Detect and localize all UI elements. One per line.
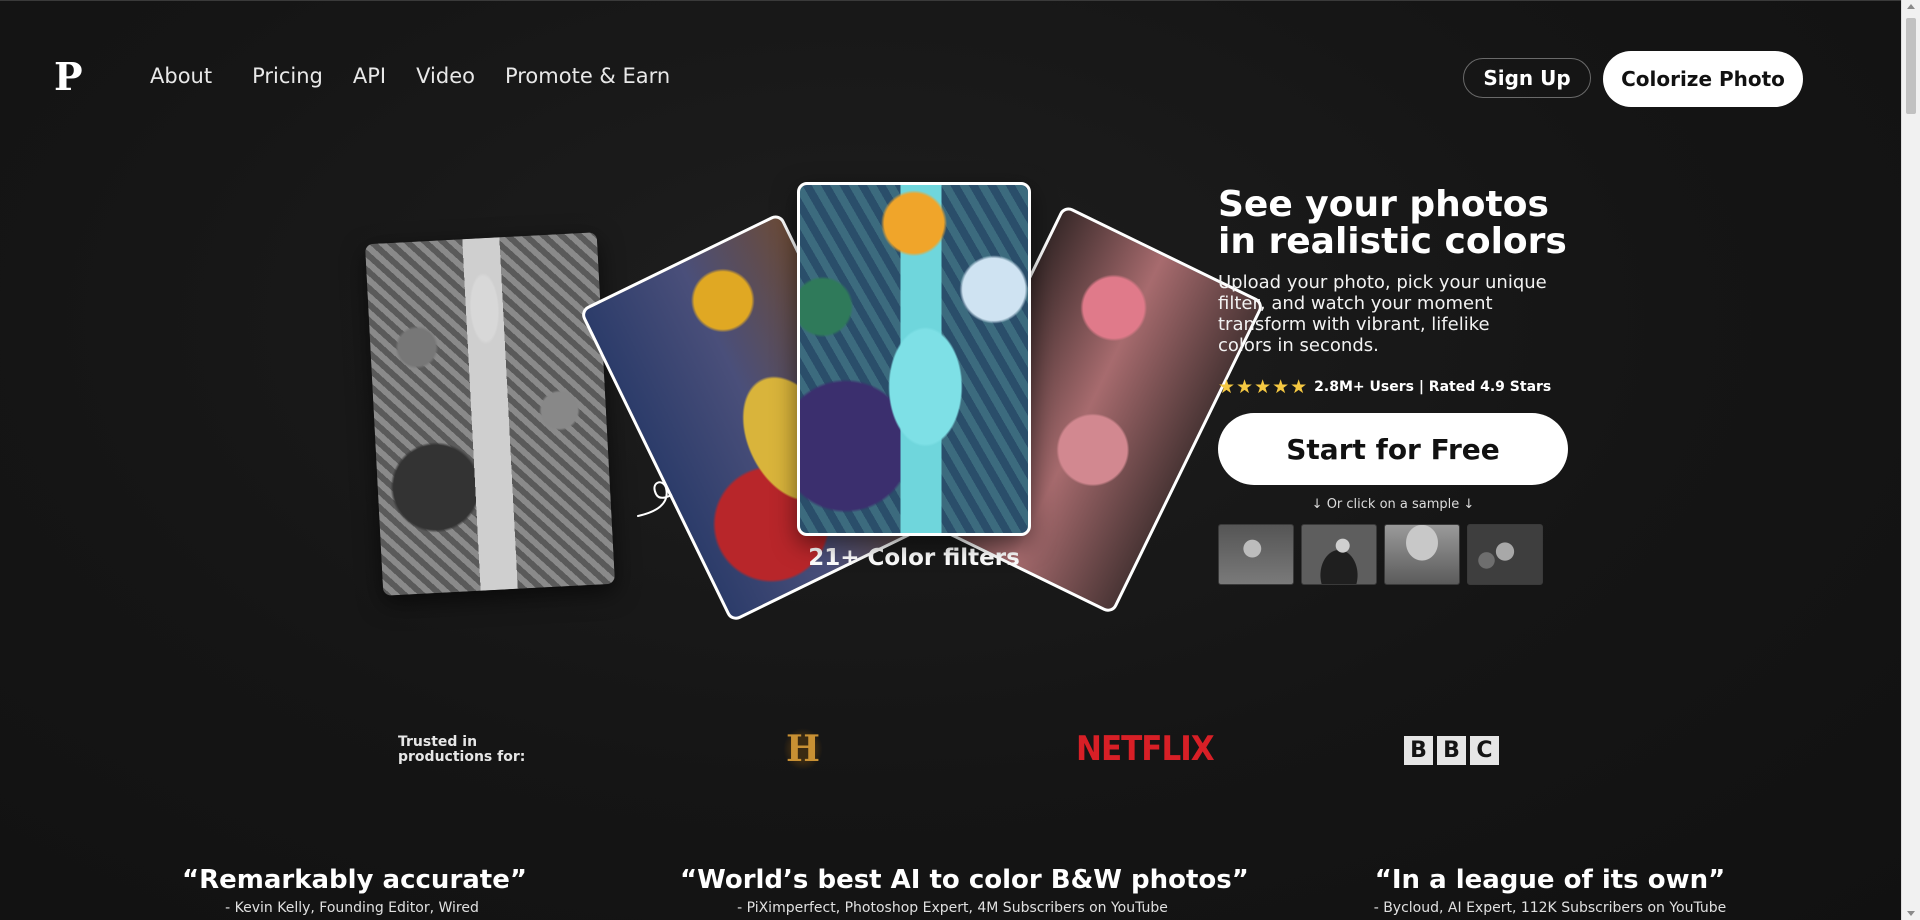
nav-about[interactable]: About — [150, 66, 212, 87]
scroll-down-icon[interactable] — [1907, 911, 1915, 916]
testimonial-author: - Kevin Kelly, Founding Editor, Wired — [225, 900, 479, 916]
testimonial: “Remarkably accurate” - Kevin Kelly, Fou… — [182, 863, 527, 916]
testimonial-author: - PiXimperfect, Photoshop Expert, 4M Sub… — [737, 900, 1168, 916]
history-channel-logo: H — [783, 728, 823, 770]
nav-promote-earn[interactable]: Promote & Earn — [505, 66, 670, 87]
bw-original-photo — [364, 232, 616, 596]
main-nav: About Pricing API Video Promote & Earn — [150, 66, 700, 87]
netflix-logo: NETFLIX — [1076, 729, 1215, 769]
sample-photo-4[interactable] — [1467, 524, 1543, 585]
hero-title: See your photos in realistic colors — [1218, 184, 1567, 262]
sign-up-button[interactable]: Sign Up — [1463, 58, 1591, 98]
site-logo[interactable]: P — [54, 58, 83, 96]
color-filters-label: 21+ Color filters — [808, 545, 1020, 571]
scrollbar-thumb[interactable] — [1906, 18, 1916, 114]
sample-photos — [1218, 524, 1550, 585]
nav-pricing[interactable]: Pricing — [252, 66, 323, 87]
rating-row: ★★★★★ 2.8M+ Users | Rated 4.9 Stars — [1218, 376, 1551, 398]
testimonial-author: - Bycloud, AI Expert, 112K Subscribers o… — [1373, 900, 1727, 916]
testimonial: “In a league of its own” - Bycloud, AI E… — [1340, 863, 1760, 916]
bbc-letter: B — [1404, 736, 1433, 765]
scroll-up-icon[interactable] — [1907, 4, 1915, 9]
colorized-photo-filter-center — [797, 182, 1031, 536]
testimonial: “World’s best AI to color B&W photos” - … — [680, 863, 1249, 916]
nav-api[interactable]: API — [353, 66, 386, 87]
page: P About Pricing API Video Promote & Earn… — [0, 0, 1902, 920]
trusted-label: Trusted in productions for: — [398, 734, 526, 765]
sample-photo-1[interactable] — [1218, 524, 1294, 585]
page-scrollbar[interactable] — [1901, 0, 1920, 920]
sample-hint: ↓ Or click on a sample ↓ — [1311, 497, 1475, 512]
start-for-free-button[interactable]: Start for Free — [1218, 413, 1568, 485]
testimonial-quote: “Remarkably accurate” — [182, 865, 527, 895]
bbc-letter: B — [1437, 736, 1466, 765]
star-rating-icon: ★★★★★ — [1218, 376, 1309, 398]
sample-photo-2[interactable] — [1301, 524, 1377, 585]
sample-photo-3[interactable] — [1384, 524, 1460, 585]
colorize-photo-button[interactable]: Colorize Photo — [1603, 51, 1803, 107]
testimonial-quote: “World’s best AI to color B&W photos” — [680, 865, 1249, 895]
testimonial-quote: “In a league of its own” — [1374, 865, 1726, 895]
rating-text: 2.8M+ Users | Rated 4.9 Stars — [1314, 379, 1552, 395]
nav-video[interactable]: Video — [416, 66, 475, 87]
bbc-logo: B B C — [1404, 736, 1503, 765]
top-divider — [0, 0, 1902, 1]
bbc-letter: C — [1470, 736, 1499, 765]
hero-subtitle: Upload your photo, pick your unique filt… — [1218, 272, 1547, 356]
